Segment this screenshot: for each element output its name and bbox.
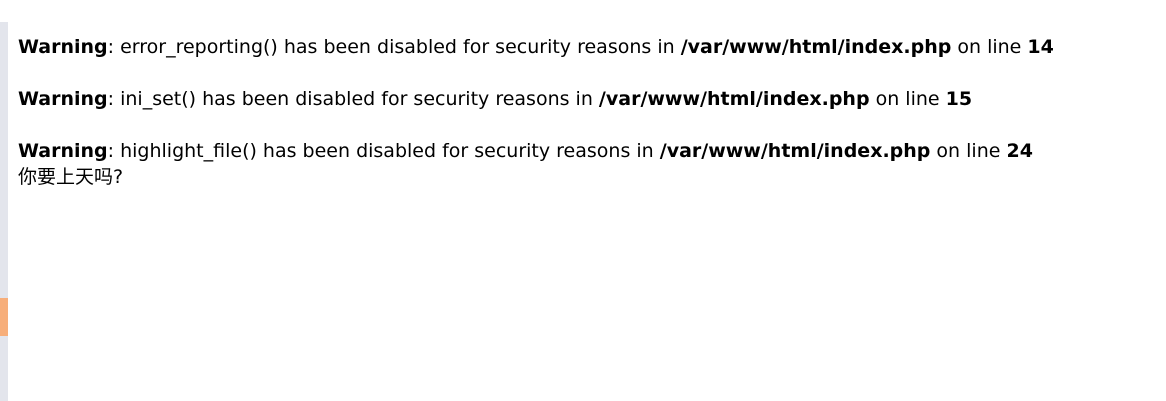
warning-file-path: /var/www/html/index.php: [598, 88, 870, 110]
warning-label: Warning: [18, 140, 108, 162]
warning-message: Warning: highlight_file() has been disab…: [18, 138, 1156, 164]
warning-separator: :: [107, 36, 121, 58]
php-output: Warning: error_reporting() has been disa…: [18, 34, 1156, 190]
warning-label: Warning: [18, 88, 108, 110]
warning-line-text: on line: [869, 88, 946, 110]
edge-strip-top: [0, 0, 8, 22]
warning-line-number: 14: [1027, 36, 1054, 58]
warning-message: Warning: ini_set() has been disabled for…: [18, 86, 1156, 112]
warning-line-number: 24: [1006, 140, 1033, 162]
warning-message: Warning: error_reporting() has been disa…: [18, 34, 1156, 60]
warning-text: error_reporting() has been disabled for …: [120, 36, 681, 58]
warning-file-path: /var/www/html/index.php: [659, 140, 931, 162]
page-output-text: 你要上天吗?: [18, 166, 124, 188]
warning-line-text: on line: [930, 140, 1007, 162]
window-edge-strip: [0, 0, 8, 401]
warning-text: highlight_file() has been disabled for s…: [120, 140, 660, 162]
warning-separator: :: [107, 88, 121, 110]
edge-accent-marker: [0, 298, 8, 336]
warning-line-number: 15: [945, 88, 973, 110]
warning-text: ini_set() has been disabled for security…: [120, 88, 599, 110]
warning-separator: :: [107, 140, 121, 162]
warning-file-path: /var/www/html/index.php: [680, 36, 952, 58]
warning-label: Warning: [18, 36, 108, 58]
warning-line-text: on line: [951, 36, 1028, 58]
